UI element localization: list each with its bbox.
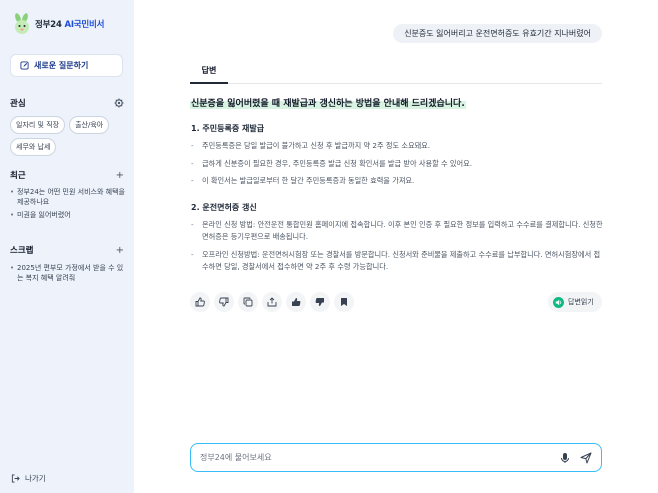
like-icon [195, 297, 205, 307]
new-question-label: 새로운 질문하기 [34, 61, 89, 70]
answer-tabs: 답변 [190, 62, 602, 84]
bullet-item: 오프라인 신청방법: 운전면허시험장 또는 경찰서를 방문합니다. 신청서와 준… [190, 249, 604, 274]
read-aloud-label: 답변읽기 [568, 298, 594, 306]
dislike-filled-icon [315, 298, 324, 306]
settings-icon[interactable] [114, 98, 124, 108]
scrap-list: 2025년 편부모 가정에서 받을 수 있는 복지 혜택 알려줘 [10, 263, 126, 286]
logo-product: AI국민비서 [64, 20, 105, 30]
logout-button[interactable]: 나가기 [11, 473, 46, 484]
interests-title: 관심 [10, 99, 26, 109]
copy-button[interactable] [238, 292, 258, 312]
app-logo[interactable]: 정부24 AI국민비서 [12, 13, 104, 35]
section-bullets: 주민등록증은 당일 발급이 불가하고 신청 후 발급까지 약 2주 정도 소요돼… [190, 140, 604, 188]
dislike-button[interactable] [214, 292, 234, 312]
share-button[interactable] [262, 292, 282, 312]
bullet-item: 온라인 신청 방법: 안전운전 통합민원 홈페이지에 접속합니다. 이후 본인 … [190, 219, 604, 244]
share-icon [267, 297, 277, 307]
scrap-title: 스크랩 [10, 246, 34, 256]
interest-chips: 일자리 및 직장 출산/육아 세무와 납세 [10, 116, 128, 156]
recent-item[interactable]: 정부24는 어떤 민원 서비스와 혜택을 제공하나요 [10, 187, 126, 207]
bookmark-button[interactable] [334, 292, 354, 312]
section-bullets: 온라인 신청 방법: 안전운전 통합민원 홈페이지에 접속합니다. 이후 본인 … [190, 219, 604, 274]
interest-chip[interactable]: 세무와 납세 [10, 138, 57, 156]
sidebar: 정부24 AI국민비서 새로운 질문하기 관심 일자리 및 직장 출산/육아 세… [0, 0, 134, 493]
interests-header: 관심 [10, 97, 124, 109]
dislike-filled-button[interactable] [310, 292, 330, 312]
interest-chip[interactable]: 출산/육아 [69, 116, 110, 134]
recent-header: 최근 + [10, 169, 124, 182]
like-filled-button[interactable] [286, 292, 306, 312]
answer-actions [190, 292, 354, 312]
recent-list: 정부24는 어떤 민원 서비스와 혜택을 제공하나요 미권을 잃어버렸어 [10, 187, 126, 223]
recent-item[interactable]: 미권을 잃어버렸어 [10, 210, 126, 220]
logo-mascot-icon [12, 13, 32, 35]
logo-text: 정부24 AI국민비서 [35, 18, 104, 30]
scrap-header: 스크랩 + [10, 244, 124, 257]
answer-content: 신분증을 잃어버렸을 때 재발급과 갱신하는 방법을 안내해 드리겠습니다. 1… [190, 96, 604, 279]
bookmark-icon [341, 298, 347, 306]
section-title: 2. 운전면허증 갱신 [191, 202, 257, 212]
chat-input[interactable] [200, 453, 540, 462]
interest-chip[interactable]: 일자리 및 직장 [10, 116, 66, 134]
plus-icon[interactable]: + [116, 245, 124, 256]
section-title: 1. 주민등록증 재발급 [191, 124, 265, 133]
speaker-icon [553, 296, 564, 308]
bullet-item: 이 확인서는 발급일로부터 한 달간 주민등록증과 동일한 효력을 가져요. [190, 175, 604, 188]
mic-icon[interactable] [559, 452, 571, 464]
logout-label: 나가기 [25, 474, 46, 483]
dislike-icon [219, 297, 229, 307]
new-question-button[interactable]: 새로운 질문하기 [10, 54, 123, 77]
like-button[interactable] [190, 292, 210, 312]
like-filled-icon [292, 298, 301, 306]
chat-main: 신분증도 잃어버리고 운전면허증도 유효기간 지나버렸어 답변 신분증을 잃어버… [134, 0, 658, 493]
user-message-bubble: 신분증도 잃어버리고 운전면허증도 유효기간 지나버렸어 [393, 24, 602, 43]
scrap-item[interactable]: 2025년 편부모 가정에서 받을 수 있는 복지 혜택 알려줘 [10, 263, 126, 283]
recent-title: 최근 [10, 171, 26, 181]
tab-answer[interactable]: 답변 [190, 62, 228, 84]
bullet-item: 급하게 신분증이 필요한 경우, 주민등록증 발급 신청 확인서를 발급 받아 … [190, 158, 604, 171]
chat-input-box [190, 443, 602, 472]
bullet-item: 주민등록증은 당일 발급이 불가하고 신청 후 발급까지 약 2주 정도 소요돼… [190, 140, 604, 153]
edit-icon [20, 61, 29, 70]
logout-icon [11, 474, 20, 483]
send-icon[interactable] [580, 452, 592, 464]
logo-brand: 정부24 [35, 20, 62, 30]
copy-icon [243, 297, 253, 307]
answer-headline: 신분증을 잃어버렸을 때 재발급과 갱신하는 방법을 안내해 드리겠습니다. [190, 96, 466, 109]
plus-icon[interactable]: + [116, 170, 124, 181]
read-aloud-button[interactable]: 답변읽기 [548, 292, 602, 312]
